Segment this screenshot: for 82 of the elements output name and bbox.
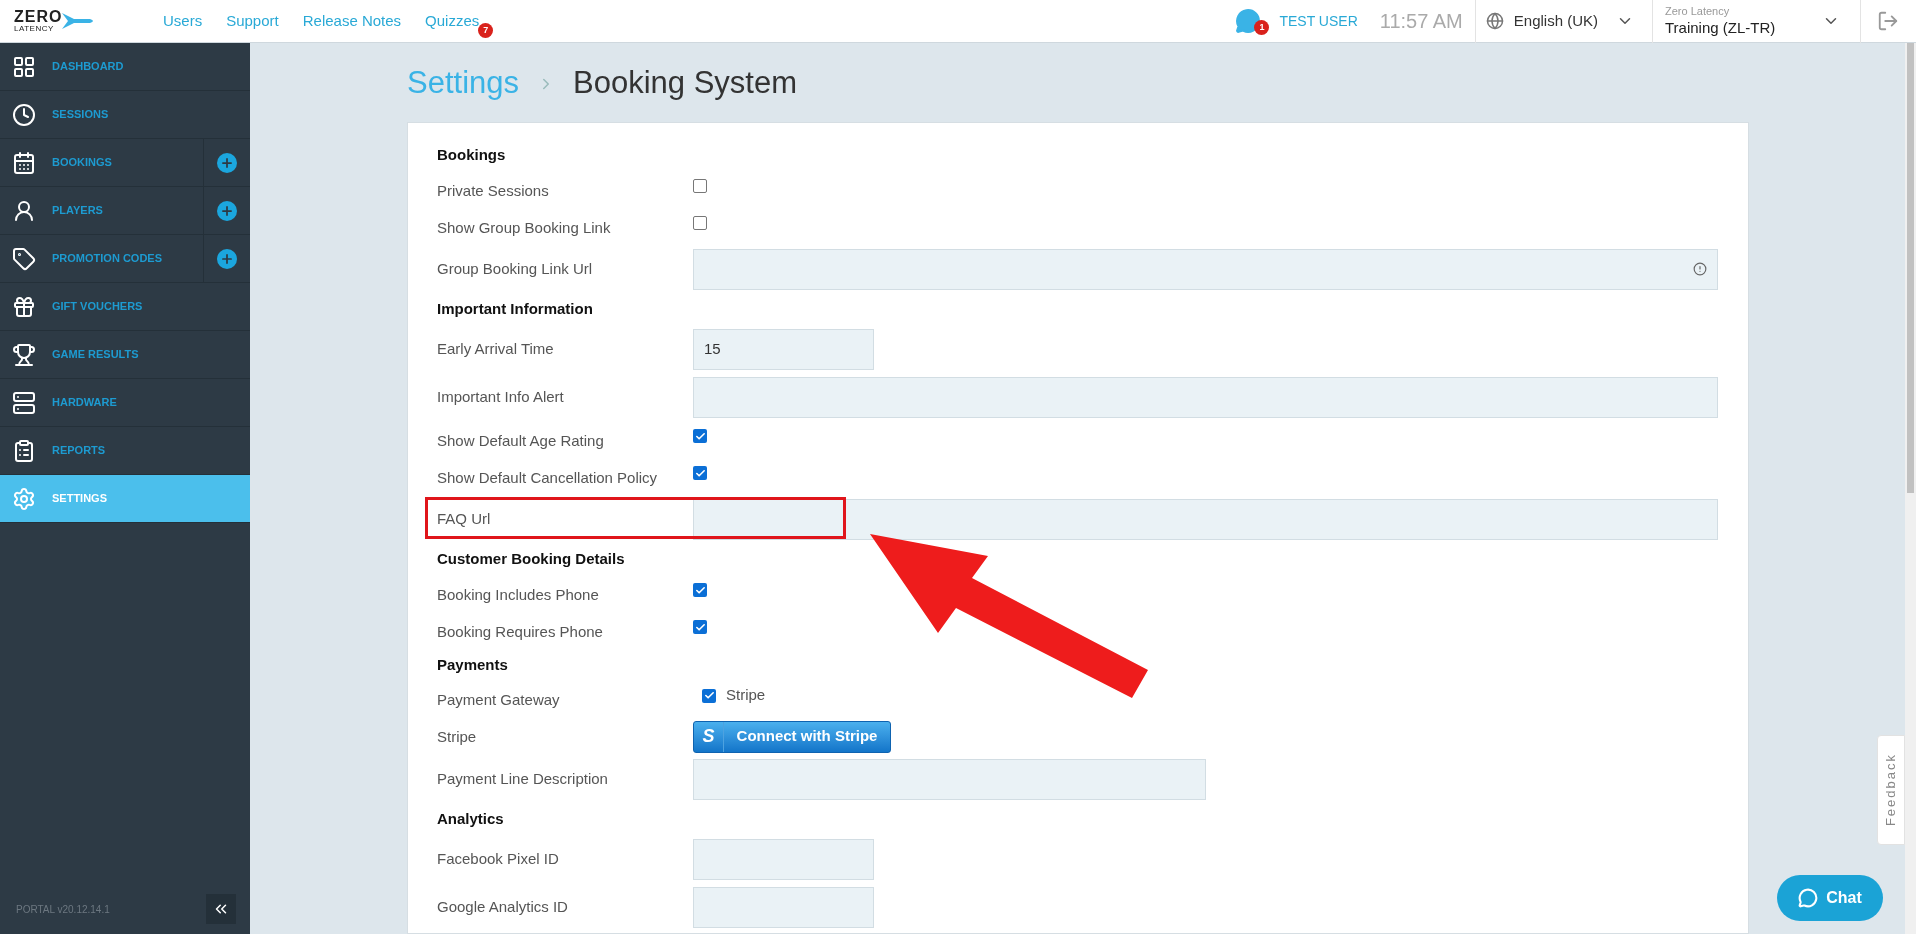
field-label: Show Default Cancellation Policy <box>437 467 658 488</box>
sidebar-item[interactable]: BOOKINGS <box>0 139 203 186</box>
breadcrumb-link[interactable]: Settings <box>407 60 519 107</box>
plus-icon <box>217 200 237 221</box>
field-label: Show Default Age Rating <box>437 430 604 451</box>
text-field[interactable] <box>693 838 874 880</box>
sidebar-item[interactable]: REPORTS <box>0 427 250 474</box>
speech-bubble-icon <box>1798 888 1819 908</box>
plus-icon <box>217 152 237 173</box>
clipboard-icon <box>12 438 36 463</box>
plus-icon <box>217 248 237 269</box>
logo[interactable]: ZERO LATENCY <box>14 9 100 33</box>
field-label: Facebook Pixel ID <box>437 850 559 867</box>
connect-stripe-button[interactable]: S Connect with Stripe <box>693 720 891 753</box>
gift-icon <box>12 294 36 319</box>
alert-icon[interactable] <box>1693 262 1707 276</box>
scrollbar[interactable] <box>1905 43 1916 934</box>
chat-button[interactable]: Chat <box>1777 875 1883 921</box>
section-heading: Important Information <box>437 298 594 319</box>
count-badge: 7 <box>478 23 494 38</box>
field-label: FAQ Url <box>437 510 491 527</box>
organization-selector[interactable]: Zero Latency Training (ZL-TR) <box>1652 0 1860 43</box>
language-selector[interactable]: English (UK) <box>1474 0 1652 43</box>
field-label: Stripe <box>437 727 477 745</box>
nav-link[interactable]: Users <box>163 12 203 29</box>
nav-link[interactable]: Release Notes <box>302 12 402 29</box>
field-label: Google Analytics ID <box>437 898 568 915</box>
text-field[interactable] <box>693 758 1206 800</box>
checkbox[interactable] <box>702 688 716 703</box>
field-label: Booking Requires Phone <box>437 621 603 642</box>
person-icon <box>12 198 36 223</box>
notification-badge: 1 <box>1254 20 1270 35</box>
field-label: Early Arrival Time <box>437 340 554 357</box>
sidebar-item[interactable]: GIFT VOUCHERS <box>0 283 250 330</box>
text-field[interactable] <box>693 886 874 928</box>
sidebar-item[interactable]: HARDWARE <box>0 379 250 426</box>
field-label: Show Group Booking Link <box>437 217 611 238</box>
clock-icon <box>12 102 36 127</box>
text-field[interactable] <box>693 248 1718 290</box>
collapse-button[interactable] <box>206 894 236 924</box>
logout-icon <box>1877 10 1899 32</box>
page-title: Booking System <box>573 64 797 103</box>
option-label: Stripe <box>726 685 766 706</box>
checkbox[interactable] <box>693 620 707 634</box>
field-label: Important Info Alert <box>437 388 564 405</box>
clock-time: 11:57 AM <box>1379 9 1463 34</box>
tag-icon <box>12 246 36 271</box>
sidebar-item[interactable]: DASHBOARD <box>0 43 250 90</box>
sidebar-item[interactable]: SETTINGS <box>0 475 250 522</box>
checkbox[interactable] <box>693 583 707 597</box>
checkbox[interactable] <box>693 429 707 443</box>
text-field[interactable]: 15 <box>693 328 874 370</box>
checkbox[interactable] <box>693 216 707 230</box>
field-label: Group Booking Link Url <box>437 260 593 277</box>
nav-link[interactable]: Quizzes <box>425 12 480 29</box>
text-field[interactable] <box>693 498 1718 540</box>
sidebar-item[interactable]: PROMOTION CODES <box>0 235 203 282</box>
calendar-icon <box>12 150 36 175</box>
section-heading: Bookings <box>437 144 507 165</box>
field-label: Booking Includes Phone <box>437 584 599 605</box>
user-name[interactable]: TEST USER <box>1279 10 1358 32</box>
section-heading: Analytics <box>437 808 505 829</box>
checkbox[interactable] <box>693 466 707 480</box>
globe-icon <box>1485 12 1504 30</box>
sidebar-item[interactable]: GAME RESULTS <box>0 331 250 378</box>
sidebar-item[interactable]: SESSIONS <box>0 91 250 138</box>
field-label: Payment Line Description <box>437 770 608 787</box>
field-label: Private Sessions <box>437 180 549 201</box>
notification-icon[interactable] <box>1235 8 1262 34</box>
checkbox[interactable] <box>693 179 707 193</box>
section-heading: Payments <box>437 654 509 675</box>
feedback-tab[interactable]: Feedback <box>1877 735 1905 845</box>
section-heading: Customer Booking Details <box>437 548 626 569</box>
field-label: Payment Gateway <box>437 690 560 708</box>
trophy-icon <box>12 342 36 367</box>
nav-link[interactable]: Support <box>226 12 279 29</box>
version-label: PORTAL v20.12.14.1 <box>16 902 110 917</box>
sidebar-item[interactable]: PLAYERS <box>0 187 203 234</box>
grid-icon <box>12 54 36 79</box>
server-icon <box>12 390 36 415</box>
text-field[interactable] <box>693 376 1718 418</box>
settings-icon <box>12 486 36 511</box>
